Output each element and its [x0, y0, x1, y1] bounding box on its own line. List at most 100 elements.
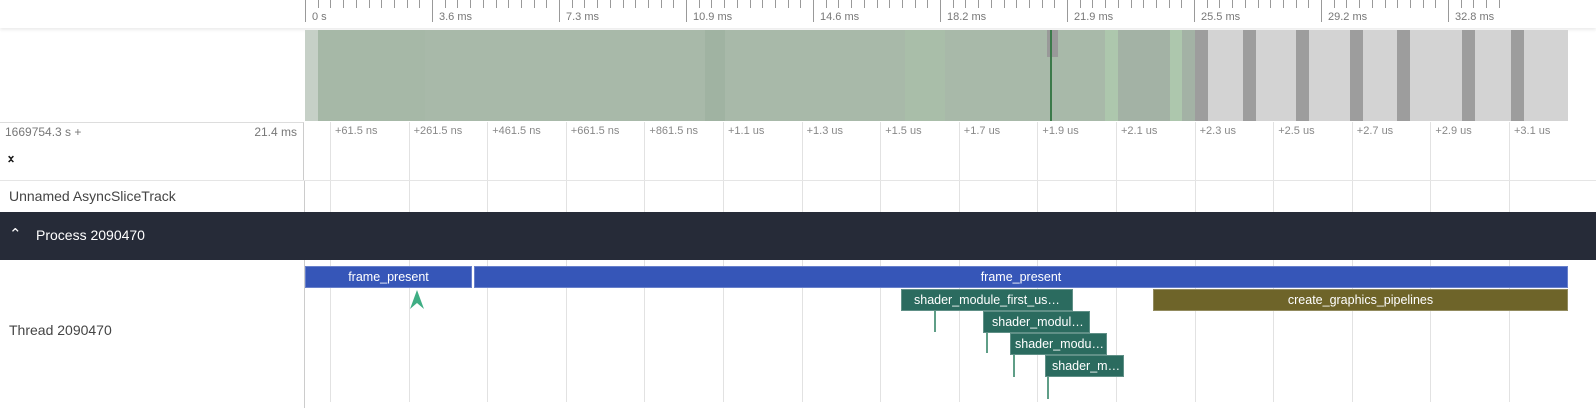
ruler-tick [470, 0, 472, 8]
grid-line [644, 122, 646, 402]
ruler-label: 14.6 ms [820, 11, 860, 23]
ruler-tick [1016, 0, 1018, 8]
ruler-tick [1384, 0, 1386, 8]
ruler-tick [419, 0, 421, 8]
ruler-tick [1194, 0, 1195, 22]
ruler-tick [368, 0, 370, 8]
ruler-tick [736, 0, 738, 8]
slice-frame-present[interactable]: frame_present [305, 266, 472, 288]
ruler-tick [1244, 0, 1246, 8]
slice-shader-module[interactable]: shader_module_first_us… [901, 289, 1073, 311]
overview-band [1050, 30, 1052, 121]
ruler-tick [952, 0, 954, 8]
ruler-tick [381, 0, 383, 8]
ruler-tick [749, 0, 751, 8]
ruler-tick [1168, 0, 1170, 8]
ruler-tick [559, 0, 560, 22]
ruler-tick [1143, 0, 1145, 8]
ruler-tick [1206, 0, 1208, 8]
ruler-tick [482, 0, 484, 8]
grid-line [1509, 122, 1510, 402]
ruler-tick [711, 0, 713, 8]
chevron-up-icon[interactable]: ⌃ [9, 225, 22, 243]
ruler-tick [724, 0, 726, 8]
overview-band [1118, 30, 1170, 121]
ruler-tick [1409, 0, 1411, 8]
ruler-label: 18.2 ms [947, 11, 987, 23]
timeline-tick-label: +1.7 us [963, 125, 1001, 137]
overview-timeline[interactable] [305, 30, 1568, 121]
slice-frame-present[interactable]: frame_present [474, 266, 1568, 288]
flow-arrow-icon[interactable] [410, 290, 424, 310]
ruler-tick [1460, 0, 1462, 8]
timeline-tick-label: +1.3 us [806, 125, 843, 137]
ruler-tick [1079, 0, 1081, 8]
ruler-tick [457, 0, 459, 8]
ruler-tick [774, 0, 776, 8]
slice-shader-module[interactable]: shader_m… [1045, 355, 1124, 377]
ruler-tick [965, 0, 967, 8]
ruler-tick [622, 0, 624, 8]
ruler-tick [1435, 0, 1437, 8]
ruler-tick [1155, 0, 1157, 8]
overview-band [705, 30, 725, 121]
instant-marker [934, 311, 936, 332]
ruler-tick [1130, 0, 1132, 8]
ruler-tick [305, 0, 306, 22]
ruler-tick [1295, 0, 1297, 8]
process-track-header[interactable]: ⌃ Process 2090470 [0, 212, 1596, 260]
time-offset: 1669754.3 s + [5, 125, 82, 139]
slice-shader-module[interactable]: shader_modu… [1010, 333, 1107, 355]
ruler-tick [1041, 0, 1043, 8]
ruler-tick [495, 0, 497, 8]
overview-time-ruler: 0 s 3.6 ms 7.3 ms 10.9 ms 14.6 ms 18.2 ms 21.9… [0, 0, 1596, 28]
ruler-tick [1219, 0, 1221, 8]
timeline-tick-label: +1.1 us [728, 125, 765, 137]
timeline-header: 1669754.3 s + 21.4 ms ⌄ ⌃ [0, 122, 304, 180]
ruler-tick [825, 0, 827, 8]
ruler-tick [1105, 0, 1107, 8]
grid-line [1037, 122, 1039, 402]
grid-line [330, 122, 331, 402]
instant-marker [1013, 355, 1015, 377]
ruler-tick [1257, 0, 1259, 8]
overview-band [905, 30, 945, 121]
ruler-label: 10.9 ms [693, 11, 733, 23]
ruler-tick [800, 0, 802, 8]
overview-band [1195, 30, 1208, 121]
timeline-tick-label: +1.9 us [1042, 125, 1079, 137]
grid-line [801, 122, 803, 402]
overview-band [1047, 30, 1058, 57]
thread-track-title: Thread 2090470 [9, 322, 112, 338]
slice-create-graphics-pipelines[interactable]: create_graphics_pipelines [1153, 289, 1568, 311]
ruler-tick [1473, 0, 1475, 8]
ruler-tick [1498, 0, 1500, 8]
ruler-tick [1181, 0, 1183, 8]
ruler-tick [1448, 0, 1449, 22]
ruler-tick [978, 0, 980, 8]
ruler-tick [914, 0, 916, 8]
ruler-tick [940, 0, 941, 22]
grid-line [723, 122, 724, 402]
overview-band [318, 30, 425, 121]
overview-band [1397, 30, 1410, 121]
expand-collapse-all-icon[interactable]: ⌄ ⌃ [6, 149, 16, 170]
slice-shader-module[interactable]: shader_modul… [983, 311, 1090, 333]
ruler-label: 25.5 ms [1201, 11, 1241, 23]
ruler-tick [851, 0, 853, 8]
ruler-tick [355, 0, 357, 8]
timeline-tick-label: +461.5 ns [492, 125, 541, 137]
ruler-tick [406, 0, 408, 8]
ruler-tick [889, 0, 891, 8]
ruler-tick [317, 0, 319, 8]
timeline-tick-label: +261.5 ns [413, 125, 463, 137]
grid-line [565, 122, 567, 402]
timeline-tick-label: +2.7 us [1356, 125, 1394, 137]
ruler-label: 32.8 ms [1455, 11, 1495, 23]
overview-band [1105, 30, 1118, 121]
ruler-tick [1359, 0, 1361, 8]
overview-band [305, 30, 318, 121]
ruler-tick [901, 0, 903, 8]
grid-line [880, 122, 882, 402]
timeline-tick-label: +2.9 us [1435, 125, 1472, 137]
